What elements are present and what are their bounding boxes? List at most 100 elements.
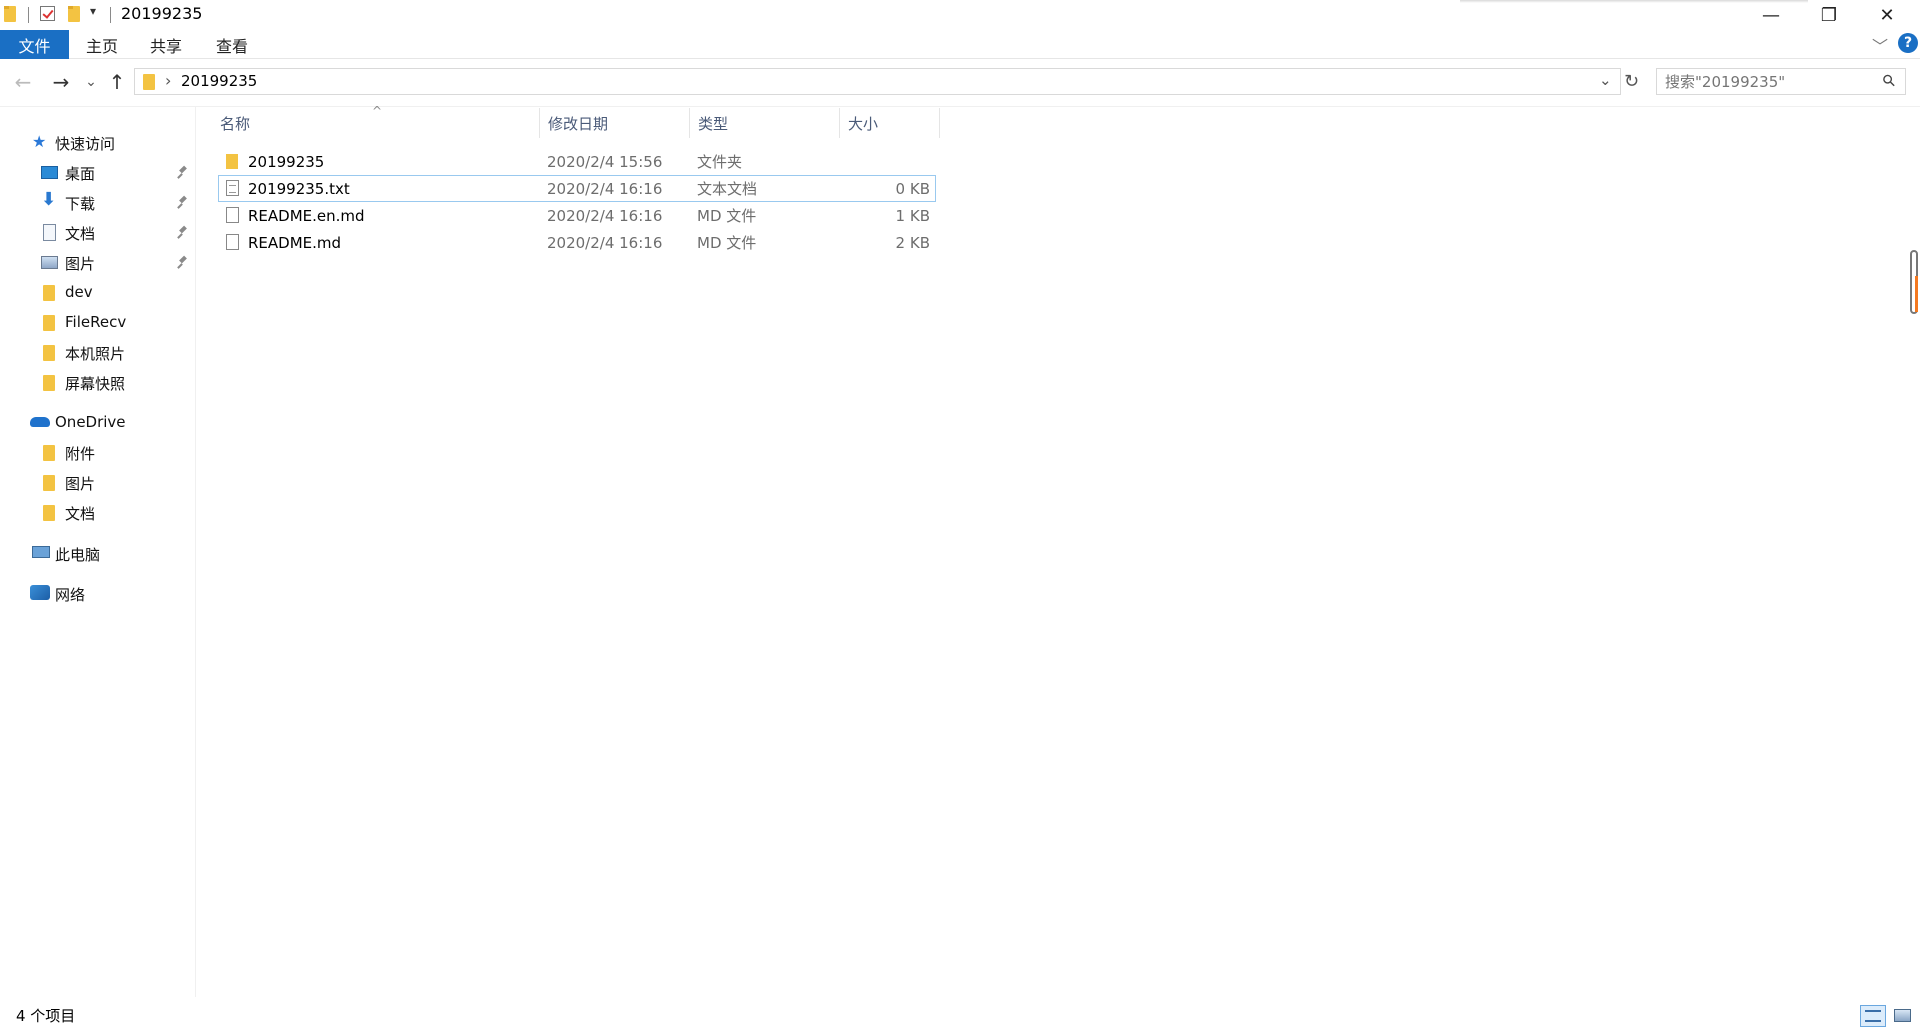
nav-item-filerecv[interactable]: FileRecv (0, 308, 196, 338)
text-file-icon (226, 180, 239, 196)
file-icon (226, 234, 239, 250)
sort-ascending-icon: ^ (372, 104, 383, 118)
ribbon-tabs: 文件 主页 共享 查看 ﹀ ? (0, 30, 1920, 59)
column-header-type[interactable]: 类型 (690, 108, 840, 138)
file-name: 20199235.txt (248, 179, 350, 198)
nav-item-dev[interactable]: dev (0, 278, 196, 308)
nav-item-pictures[interactable]: 图片 (0, 248, 196, 278)
folder-icon (4, 6, 16, 22)
nav-onedrive[interactable]: OneDrive (0, 408, 196, 438)
recent-locations-button[interactable]: ⌄ (78, 68, 104, 96)
folder-icon (43, 505, 55, 521)
nav-label: 下载 (65, 195, 96, 213)
tab-view[interactable]: 查看 (206, 30, 258, 59)
nav-network[interactable]: 网络 (0, 579, 196, 609)
file-name: README.en.md (248, 206, 365, 225)
nav-item-local-photos[interactable]: 本机照片 (0, 338, 196, 368)
column-header-name[interactable]: 名称 ^ (212, 104, 540, 138)
search-icon[interactable]: ⚲ (1878, 70, 1900, 92)
folder-icon (43, 475, 55, 491)
file-size: 0 KB (895, 179, 930, 198)
tab-home[interactable]: 主页 (76, 30, 128, 59)
folder-icon (43, 345, 55, 361)
file-modified: 2020/2/4 16:16 (547, 206, 663, 225)
folder-icon (43, 315, 55, 331)
forward-button[interactable]: → (48, 68, 74, 96)
nav-label: 图片 (65, 475, 96, 493)
pin-icon[interactable] (178, 166, 188, 180)
close-button[interactable]: ✕ (1858, 0, 1916, 30)
tab-share[interactable]: 共享 (140, 30, 192, 59)
nav-label: 图片 (65, 255, 96, 273)
cloud-icon (30, 417, 50, 427)
nav-label: 本机照片 (65, 345, 126, 363)
nav-this-pc[interactable]: 此电脑 (0, 539, 196, 569)
column-label: 修改日期 (548, 114, 609, 133)
details-view-icon (1865, 1010, 1881, 1022)
computer-icon (32, 546, 50, 558)
folder-icon (143, 74, 155, 90)
search-box[interactable]: ⚲ (1656, 68, 1906, 95)
file-row[interactable]: README.en.md 2020/2/4 16:16 MD 文件 1 KB (218, 202, 936, 229)
address-dropdown-icon[interactable]: ⌄ (1599, 71, 1612, 89)
star-icon: ★ (32, 132, 47, 151)
large-icons-view-button[interactable] (1890, 1005, 1916, 1027)
column-header-size[interactable]: 大小 (840, 108, 940, 138)
nav-label: 文档 (65, 505, 96, 523)
file-icon (226, 207, 239, 223)
nav-label: FileRecv (65, 313, 127, 331)
documents-icon (43, 224, 56, 241)
quick-access-dropdown-icon[interactable]: ▾ (90, 4, 96, 18)
minimize-button[interactable]: — (1742, 0, 1800, 30)
folder-icon (43, 375, 55, 391)
large-icons-view-icon (1894, 1009, 1911, 1022)
back-button[interactable]: ← (10, 68, 36, 96)
nav-label: 网络 (55, 586, 86, 604)
restore-button[interactable]: ❐ (1800, 0, 1858, 30)
desktop-icon (41, 166, 58, 179)
scrollbar-thumb[interactable] (1910, 250, 1918, 314)
nav-item-desktop[interactable]: 桌面 (0, 158, 196, 188)
expand-ribbon-icon[interactable]: ﹀ (1872, 33, 1888, 57)
nav-label: 快速访问 (55, 135, 116, 153)
up-button[interactable]: ↑ (104, 68, 130, 96)
nav-quick-access[interactable]: ★ 快速访问 (0, 128, 196, 158)
file-row[interactable]: README.md 2020/2/4 16:16 MD 文件 2 KB (218, 229, 936, 256)
address-bar[interactable]: › 20199235 ⌄ (134, 68, 1621, 95)
nav-item-downloads[interactable]: ⬇ 下载 (0, 188, 196, 218)
details-view-button[interactable] (1860, 1005, 1886, 1027)
tab-file[interactable]: 文件 (0, 30, 69, 59)
pin-icon[interactable] (178, 256, 188, 270)
pin-icon[interactable] (178, 226, 188, 240)
nav-label: 此电脑 (55, 546, 101, 564)
file-row[interactable]: 20199235 2020/2/4 15:56 文件夹 (218, 148, 936, 175)
nav-label: dev (65, 283, 93, 301)
window-title: 20199235 (121, 4, 203, 23)
refresh-icon[interactable]: ↻ (1624, 71, 1639, 92)
properties-icon[interactable] (40, 6, 55, 21)
nav-item-screenshots[interactable]: 屏幕快照 (0, 368, 196, 398)
breadcrumb-chevron-icon[interactable]: › (165, 71, 171, 90)
nav-item-onedrive-documents[interactable]: 文档 (0, 498, 196, 528)
file-size: 2 KB (895, 233, 930, 252)
pin-icon[interactable] (178, 196, 188, 210)
nav-item-onedrive-pictures[interactable]: 图片 (0, 468, 196, 498)
folder-icon (43, 445, 55, 461)
file-modified: 2020/2/4 16:16 (547, 179, 663, 198)
nav-item-documents[interactable]: 文档 (0, 218, 196, 248)
file-name: 20199235 (248, 152, 325, 171)
file-modified: 2020/2/4 16:16 (547, 233, 663, 252)
file-type: 文件夹 (697, 153, 743, 171)
file-row[interactable]: 20199235.txt 2020/2/4 16:16 文本文档 0 KB (218, 175, 936, 202)
file-size: 1 KB (895, 206, 930, 225)
nav-item-attachments[interactable]: 附件 (0, 438, 196, 468)
toolbar-separator (28, 7, 29, 23)
column-header-modified[interactable]: 修改日期 (540, 108, 690, 138)
column-label: 类型 (698, 114, 729, 133)
breadcrumb-current[interactable]: 20199235 (181, 72, 257, 90)
column-label: 名称 (220, 114, 251, 133)
help-icon[interactable]: ? (1898, 33, 1918, 53)
search-input[interactable] (1663, 69, 1873, 94)
new-folder-icon[interactable] (68, 6, 80, 22)
item-count: 4 个项目 (16, 1007, 76, 1025)
